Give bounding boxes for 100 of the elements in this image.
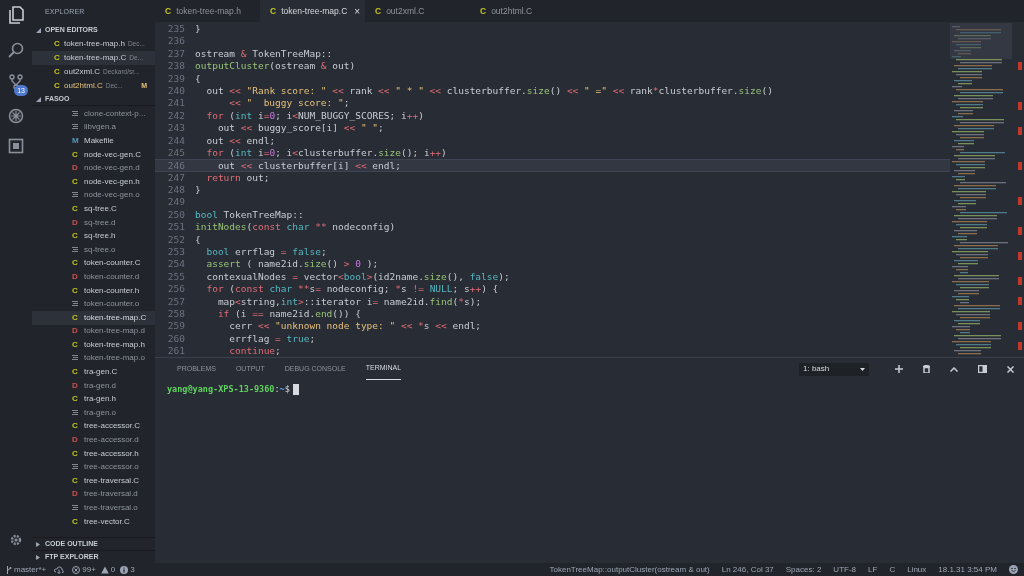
line-number: 237 [166, 47, 186, 61]
file-item[interactable]: C sq-tree.h [32, 229, 155, 243]
file-item[interactable]: D sq-tree.d [32, 215, 155, 230]
file-item[interactable]: M Makefile [32, 134, 155, 148]
file-item[interactable]: tree-accessor.o [32, 460, 155, 475]
code-line: continue; [228, 345, 281, 357]
expanded-caret-icon[interactable] [36, 28, 41, 33]
file-item[interactable]: D tree-accessor.d [32, 433, 155, 447]
terminal-cursor [292, 383, 299, 395]
line-number: 259 [166, 320, 186, 333]
code-line: << " buggy score: "; [228, 97, 350, 110]
editor-tab[interactable]: C token-tree-map.h [155, 0, 260, 22]
language-label[interactable]: C [889, 563, 896, 576]
code-line: out << endl; [205, 134, 276, 147]
settings-icon[interactable] [9, 533, 23, 547]
code-line: } [195, 184, 201, 197]
code-line: for (const char **s= nodeconfig; *s != NULL; s++) { [205, 283, 499, 296]
debug-icon[interactable] [8, 108, 24, 124]
file-item[interactable]: C tree-traversal.C [32, 474, 155, 488]
file-item[interactable]: D tree-traversal.d [32, 487, 155, 502]
search-icon[interactable] [8, 42, 24, 58]
file-item[interactable]: token-tree-map.o [32, 351, 155, 366]
breadcrumb-label[interactable]: TokenTreeMap::outputCluster(ostream & out) [549, 563, 710, 576]
expanded-caret-icon[interactable] [36, 96, 41, 102]
branch-icon [6, 565, 12, 574]
collapsed-caret-icon[interactable] [36, 541, 41, 547]
info-count[interactable]: 3 [130, 563, 135, 576]
file-item[interactable]: C tra-gen.h [32, 392, 155, 407]
smiley-icon[interactable] [1009, 565, 1018, 574]
line-number: 249 [166, 196, 186, 209]
warning-count[interactable]: 0 [110, 563, 116, 576]
file-item[interactable]: C token-tree-map.h [32, 338, 155, 352]
file-item[interactable]: C node-vec-gen.C [32, 147, 155, 162]
file-item[interactable]: clone-context-p... [32, 107, 155, 121]
plus-icon[interactable] [895, 365, 903, 373]
line-ending-label[interactable]: LF [868, 563, 878, 576]
line-number: 256 [166, 283, 186, 296]
code-line: for (int i=0; i<clusterbuffer.size(); i++) [205, 146, 447, 160]
file-item[interactable]: D node-vec-gen.d [32, 161, 155, 175]
file-item[interactable]: C token-tree-map.C [32, 310, 155, 325]
file-item[interactable]: tree-traversal.o [32, 501, 155, 515]
close-icon[interactable] [1007, 365, 1014, 373]
editor-tab[interactable]: C out2html.C [470, 0, 575, 22]
error-count[interactable]: 99+ [82, 563, 96, 576]
platform-label[interactable]: Linux [907, 563, 927, 576]
file-item[interactable]: C token-counter.C [32, 256, 155, 271]
line-number: 251 [166, 221, 186, 234]
error-icon[interactable] [72, 565, 81, 574]
cursor-position[interactable]: Ln 246, Col 37 [721, 563, 774, 576]
file-item[interactable]: C token-counter.h [32, 283, 155, 298]
line-number: 246 [166, 160, 186, 171]
editor-tab[interactable]: C token-tree-map.C × [260, 0, 365, 22]
code-line: bool TokenTreeMap:: [195, 208, 304, 222]
line-number: 252 [166, 233, 186, 247]
file-item[interactable]: sq-tree.o [32, 242, 155, 257]
clock-label[interactable]: 18.1.31 3:54 PM [938, 563, 997, 576]
terminal-dropdown[interactable]: 1: bash [799, 362, 869, 376]
lines-icon [72, 110, 78, 117]
trash-icon[interactable] [923, 365, 930, 373]
line-number: 250 [166, 208, 186, 222]
lines-icon [72, 505, 78, 511]
chevron-up-icon[interactable] [950, 366, 958, 372]
line-number: 240 [166, 84, 186, 98]
file-item[interactable]: libvgen.a [32, 120, 155, 135]
file-item[interactable]: C node-vec-gen.h [32, 174, 155, 189]
warning-icon[interactable] [100, 565, 109, 574]
file-item[interactable]: D token-counter.d [32, 270, 155, 284]
lines-icon [72, 192, 78, 199]
file-item[interactable]: C tra-gen.C [32, 365, 155, 379]
line-number: 260 [166, 332, 186, 346]
line-number: 261 [166, 345, 186, 357]
files-icon[interactable] [8, 6, 24, 24]
code-line: { [195, 72, 201, 85]
file-item[interactable]: token-counter.o [32, 297, 155, 311]
file-item[interactable]: C sq-tree.C [32, 202, 155, 216]
close-icon[interactable]: × [354, 3, 361, 19]
line-number: 248 [166, 184, 186, 197]
file-item[interactable]: C tree-vector.C [32, 514, 155, 529]
file-item[interactable]: C tree-accessor.h [32, 446, 155, 461]
file-item[interactable]: D token-tree-map.d [32, 324, 155, 339]
encoding-label[interactable]: UTF-8 [833, 563, 857, 576]
split-panel-icon[interactable] [978, 365, 987, 373]
file-item[interactable]: tra-gen.o [32, 406, 155, 420]
indentation-label[interactable]: Spaces: 2 [785, 563, 822, 576]
lines-icon [72, 246, 78, 253]
code-line: if (i == name2id.end()) { [216, 308, 361, 321]
file-item[interactable]: C tree-accessor.C [32, 419, 155, 434]
branch-label[interactable]: master*+ [14, 563, 47, 576]
extensions-icon[interactable] [8, 138, 24, 154]
info-icon[interactable] [120, 565, 129, 574]
line-number: 254 [166, 258, 186, 271]
file-item[interactable]: D tra-gen.d [32, 378, 155, 393]
line-number: 243 [166, 122, 186, 135]
editor-tab[interactable]: C out2xml.C [365, 0, 470, 22]
sync-icon[interactable] [54, 565, 65, 574]
code-line: } [195, 23, 201, 36]
collapsed-caret-icon[interactable] [36, 554, 41, 560]
code-line: ostream & TokenTreeMap:: [195, 47, 333, 61]
file-item[interactable]: node-vec-gen.o [32, 188, 155, 203]
code-line: { [195, 233, 201, 247]
